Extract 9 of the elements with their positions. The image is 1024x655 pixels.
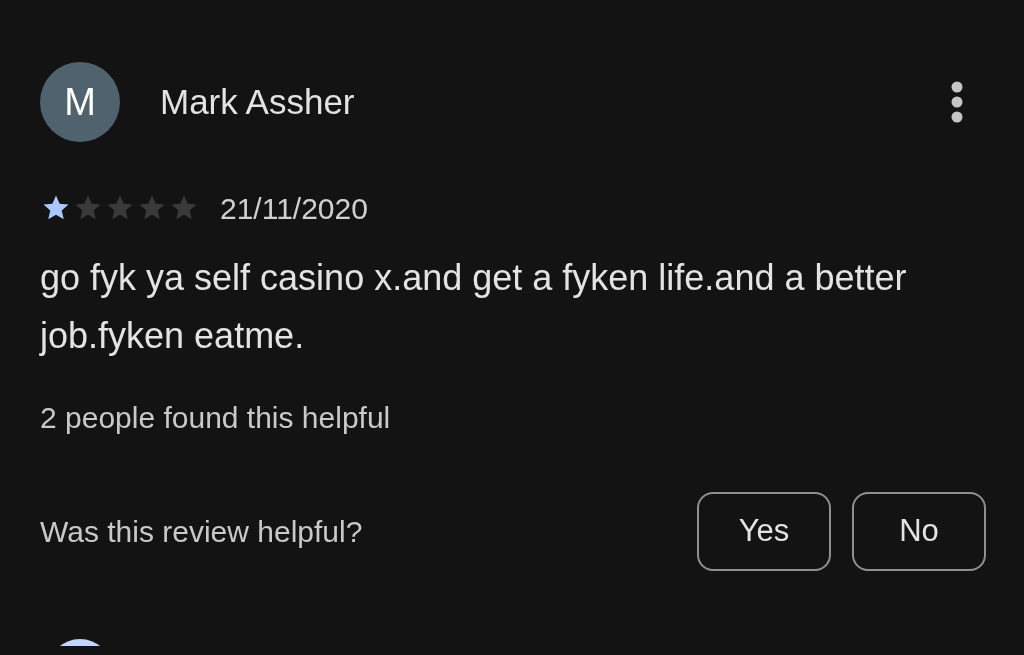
- no-button[interactable]: No: [852, 492, 986, 571]
- review-date: 21/11/2020: [220, 190, 368, 227]
- helpful-count: 2 people found this helpful: [40, 400, 392, 436]
- more-options-icon[interactable]: [950, 81, 964, 123]
- avatar: M: [40, 62, 120, 142]
- helpful-question: Was this review helpful?: [40, 514, 364, 550]
- author-name: Mark Assher: [160, 80, 355, 123]
- yes-button[interactable]: Yes: [697, 492, 831, 571]
- review-text: go fyk ya self casino x.and get a fyken life.and a better job.fyken eatme.: [40, 256, 908, 358]
